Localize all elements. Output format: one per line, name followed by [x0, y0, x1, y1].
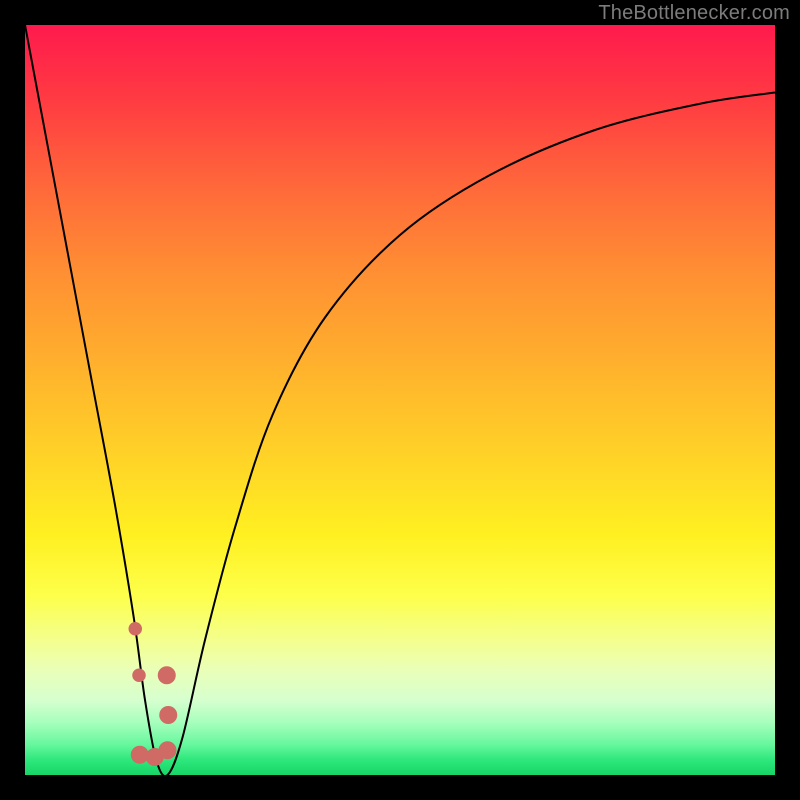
bottleneck-curve-path: [25, 25, 775, 775]
watermark-text: TheBottlenecker.com: [598, 2, 790, 25]
chart-svg: [25, 25, 775, 775]
marker-dot-upper: [129, 622, 143, 636]
marker-j-bottom-2: [131, 746, 149, 764]
plot-area: [25, 25, 775, 775]
marker-j-mid: [159, 706, 177, 724]
chart-frame: TheBottlenecker.com: [0, 0, 800, 800]
bottleneck-curve: [25, 25, 775, 775]
marker-dot-lower: [132, 669, 146, 683]
marker-j-top: [158, 666, 176, 684]
